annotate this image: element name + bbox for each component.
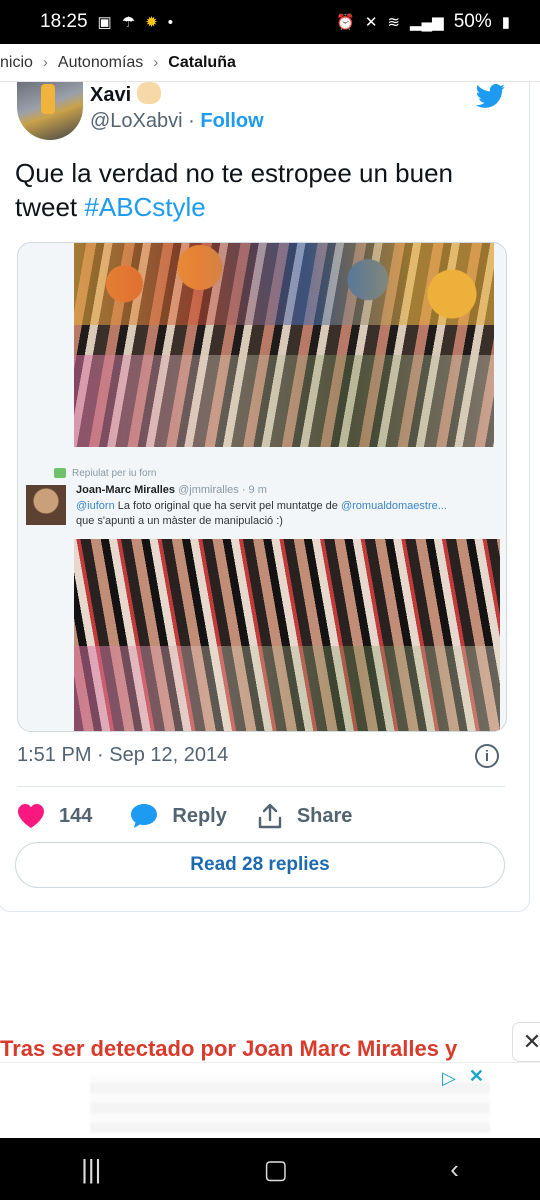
embedded-mention-2: @romualdomaestre... <box>340 500 447 512</box>
display-name-text: Xavi <box>90 84 132 106</box>
ad-banner[interactable] <box>0 1062 540 1138</box>
breadcrumb-item-cataluna[interactable]: Cataluña <box>168 54 236 72</box>
breadcrumb: nicio › Autonomías › Cataluña <box>0 44 540 82</box>
tweet-actions: 144 Reply Share <box>17 798 352 834</box>
breadcrumb-item-inicio[interactable]: nicio <box>0 54 33 72</box>
avatar[interactable] <box>17 82 83 140</box>
original-photo <box>74 539 500 731</box>
article-headline[interactable]: Tras ser detectado por Joan Marc Miralle… <box>0 1036 457 1062</box>
embedded-avatar <box>26 485 66 525</box>
ad-close-icon[interactable]: ✕ <box>469 1066 484 1087</box>
share-label: Share <box>296 804 353 827</box>
tweet-embed: Xavi @LoXabvi · Follow Que la verdad no … <box>0 82 530 912</box>
adchoices-icon[interactable]: ▷ <box>442 1068 456 1089</box>
fist-emoji-icon <box>137 82 162 104</box>
tweet-handle[interactable]: @LoXabvi <box>90 110 183 132</box>
reply-label: Reply <box>172 804 227 827</box>
chevron-right-icon: › <box>153 54 159 71</box>
embedded-meta: @jmmiralles · 9 m <box>178 484 267 496</box>
alarm-icon: ⏰ <box>336 13 355 31</box>
embedded-text-2: que s'apunti a un màster de manipulació … <box>76 515 283 527</box>
status-time: 18:25 <box>40 11 88 32</box>
home-icon[interactable]: ▢ <box>264 1154 289 1185</box>
reply-button[interactable]: Reply <box>130 803 227 829</box>
share-button[interactable]: Share <box>257 803 353 829</box>
divider <box>17 786 505 787</box>
embedded-name: Joan-Marc Miralles <box>76 484 176 496</box>
sun-icon: ✹ <box>145 13 158 31</box>
repost-header: Repiulat per iu forn <box>54 468 157 479</box>
reply-icon <box>131 804 158 828</box>
read-replies-button[interactable]: Read 28 replies <box>15 842 505 888</box>
twitter-bird-icon[interactable] <box>475 84 507 108</box>
recent-apps-icon[interactable]: ||| <box>81 1154 101 1185</box>
tweet-text: Que la verdad no te estropee un buen twe… <box>15 156 495 224</box>
like-count: 144 <box>59 804 93 827</box>
weather-icon: ☂ <box>121 13 136 31</box>
hashtag-link[interactable]: #ABCstyle <box>84 192 205 222</box>
battery-percent: 50% <box>453 11 492 32</box>
handle-row: @LoXabvi · Follow <box>90 110 264 133</box>
tweet-text-body: Que la verdad no te estropee un buen twe… <box>15 158 453 222</box>
ad-content <box>90 1075 490 1133</box>
follow-link[interactable]: Follow <box>200 110 263 132</box>
tweet-timestamp[interactable]: 1:51 PM · Sep 12, 2014 <box>17 744 228 767</box>
dot-icon: • <box>167 13 174 31</box>
gallery-icon: ▣ <box>97 13 112 31</box>
wifi-icon: ≋ <box>387 13 400 31</box>
close-icon[interactable]: ✕ <box>512 1022 540 1062</box>
embedded-mention-1: @iuforn <box>76 500 115 512</box>
tweet-display-name[interactable]: Xavi <box>90 82 162 107</box>
repost-text: Repiulat per iu forn <box>72 468 157 479</box>
heart-icon <box>18 804 44 828</box>
back-icon[interactable]: ‹ <box>450 1154 459 1185</box>
system-nav-bar: ||| ▢ ‹ <box>0 1138 540 1200</box>
manipulated-photo <box>74 243 494 447</box>
share-icon <box>258 803 282 829</box>
chevron-right-icon: › <box>42 54 48 71</box>
embedded-author: Joan-Marc Miralles @jmmiralles · 9 m <box>76 484 267 496</box>
battery-icon: ▮ <box>501 13 510 31</box>
breadcrumb-item-autonomias[interactable]: Autonomías <box>58 54 143 72</box>
signal-icon: ▂▄▆ <box>410 13 444 31</box>
mute-icon: ✕ <box>364 13 378 31</box>
embedded-text-1: La foto original que ha servit pel munta… <box>117 500 338 512</box>
like-button[interactable]: 144 <box>17 803 92 829</box>
separator-dot: · <box>188 110 195 132</box>
retweet-icon <box>54 468 66 479</box>
tweet-media[interactable]: Repiulat per iu forn Joan-Marc Miralles … <box>17 242 507 732</box>
info-icon[interactable]: i <box>475 744 499 768</box>
status-bar: 18:25 ▣ ☂ ✹ • ⏰ ✕ ≋ ▂▄▆ 50% ▮ <box>0 0 540 44</box>
embedded-tweet-text: @iuforn La foto original que ha servit p… <box>76 499 496 529</box>
